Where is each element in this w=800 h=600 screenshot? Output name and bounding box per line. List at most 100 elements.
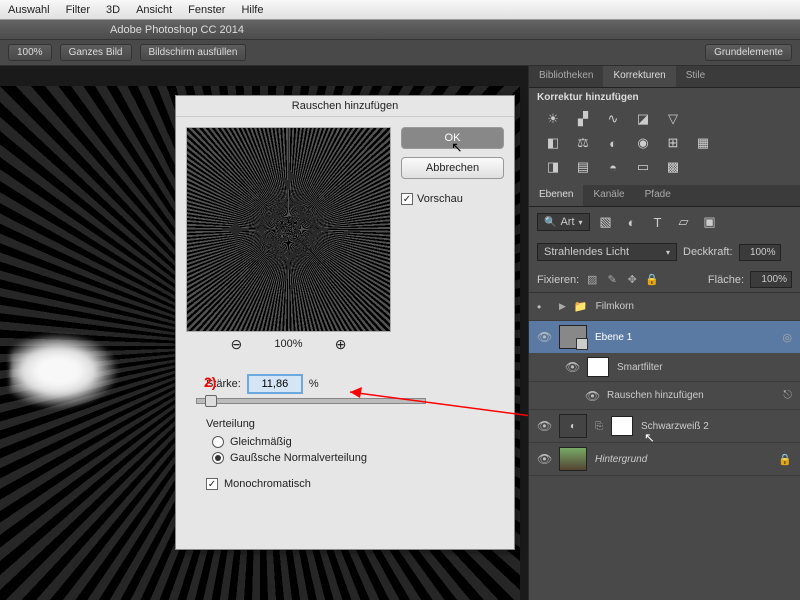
folder-icon: 📁: [574, 300, 588, 313]
opacity-label: Deckkraft:: [683, 246, 733, 258]
options-bar: 100% Ganzes Bild Bildschirm ausfüllen Gr…: [0, 40, 800, 66]
fill-screen-button[interactable]: Bildschirm ausfüllen: [140, 44, 247, 61]
zoom-out-icon[interactable]: ⊖: [228, 336, 244, 352]
amount-input[interactable]: [247, 374, 303, 394]
lock-position-icon[interactable]: ✥: [625, 273, 639, 287]
threshold-icon[interactable]: ◓: [603, 159, 623, 175]
tab-libraries[interactable]: Bibliotheken: [529, 66, 603, 87]
invert-icon[interactable]: ◨: [543, 159, 563, 175]
cursor-icon: ↖: [451, 139, 463, 156]
disclosure-triangle[interactable]: ▶: [559, 301, 566, 312]
tab-styles[interactable]: Stile: [676, 66, 715, 87]
zoom-in-icon[interactable]: ⊕: [333, 336, 349, 352]
radio-uniform[interactable]: [212, 436, 224, 448]
tab-adjustments[interactable]: Korrekturen: [603, 66, 675, 87]
visibility-icon[interactable]: 👁: [537, 452, 551, 466]
amount-unit: %: [309, 378, 319, 390]
posterize-icon[interactable]: ▤: [573, 159, 593, 175]
annotation-2: 2): [204, 374, 216, 390]
layer-smartfilter[interactable]: 👁 Smartfilter: [529, 353, 800, 382]
layer-group-filmkorn[interactable]: • ▶ 📁 Filmkorn: [529, 293, 800, 321]
lock-label: Fixieren:: [537, 274, 579, 286]
dialog-preview[interactable]: [186, 127, 391, 332]
layer-schwarzweiss[interactable]: 👁 ◐ ⎘ Schwarzweiß 2: [529, 410, 800, 443]
layer-filter-kind[interactable]: 🔍 Art ▾: [537, 213, 590, 231]
menu-filter[interactable]: Filter: [66, 4, 90, 16]
workspace-button[interactable]: Grundelemente: [705, 44, 792, 61]
adjustment-icons-row2: ◧ ⚖ ◐ ◉ ⊞ ▦: [529, 131, 800, 155]
fill-value[interactable]: 100%: [750, 271, 792, 288]
layer-hintergrund[interactable]: 👁 Hintergrund 🔒: [529, 443, 800, 476]
filter-adjust-icon[interactable]: ◐: [622, 214, 642, 230]
lock-all-icon[interactable]: 🔒: [645, 273, 659, 287]
menu-fenster[interactable]: Fenster: [188, 4, 225, 16]
filter-shape-icon[interactable]: ▱: [674, 214, 694, 230]
radio-uniform-label: Gleichmäßig: [230, 436, 292, 448]
amount-slider[interactable]: [196, 398, 426, 404]
layer-name: Ebene 1: [595, 332, 632, 343]
filter-type-icon[interactable]: T: [648, 214, 668, 230]
adjustment-icons-row3: ◨ ▤ ◓ ▭ ▩: [529, 155, 800, 179]
curves-icon[interactable]: ∿: [603, 111, 623, 127]
selective-color-icon[interactable]: ▩: [663, 159, 683, 175]
adjustment-icons-row1: ☀ ▞ ∿ ◪ ▽: [529, 107, 800, 131]
gradient-map-icon[interactable]: ▭: [633, 159, 653, 175]
menu-hilfe[interactable]: Hilfe: [241, 4, 263, 16]
balance-icon[interactable]: ⚖: [573, 135, 593, 151]
right-panels: Bibliotheken Korrekturen Stile Korrektur…: [528, 66, 800, 600]
mask-thumb: [611, 416, 633, 436]
cancel-button[interactable]: Abbrechen: [401, 157, 504, 179]
visibility-icon[interactable]: 👁: [565, 360, 579, 374]
preview-checkbox[interactable]: ✓: [401, 193, 413, 205]
zoom-level-button[interactable]: 100%: [8, 44, 52, 61]
filter-pixel-icon[interactable]: ▧: [596, 214, 616, 230]
visibility-dot[interactable]: •: [537, 300, 551, 314]
hue-icon[interactable]: ◧: [543, 135, 563, 151]
lut-icon[interactable]: ▦: [693, 135, 713, 151]
layers-tabs: Ebenen Kanäle Pfade: [529, 185, 800, 207]
dialog-title: Rauschen hinzufügen: [176, 96, 514, 117]
bw-icon[interactable]: ◐: [603, 135, 623, 151]
app-title: Adobe Photoshop CC 2014: [110, 24, 244, 36]
menu-3d[interactable]: 3D: [106, 4, 120, 16]
link-icon: ⎘: [595, 421, 603, 432]
app-titlebar: Adobe Photoshop CC 2014: [0, 20, 800, 40]
menu-ansicht[interactable]: Ansicht: [136, 4, 172, 16]
tab-paths[interactable]: Pfade: [635, 185, 681, 206]
visibility-icon[interactable]: 👁: [537, 419, 551, 433]
fit-screen-button[interactable]: Ganzes Bild: [60, 44, 132, 61]
channel-mixer-icon[interactable]: ⊞: [663, 135, 683, 151]
photo-filter-icon[interactable]: ◉: [633, 135, 653, 151]
flower-shape: [10, 326, 130, 416]
slider-thumb[interactable]: [205, 395, 217, 407]
filter-smart-icon[interactable]: ▣: [700, 214, 720, 230]
layer-thumb: [559, 325, 587, 349]
preview-checkbox-label: Vorschau: [417, 193, 463, 205]
lock-pixels-icon[interactable]: ✎: [605, 273, 619, 287]
distribution-label: Verteilung: [206, 418, 514, 430]
menu-auswahl[interactable]: Auswahl: [8, 4, 50, 16]
brightness-icon[interactable]: ☀: [543, 111, 563, 127]
tab-layers[interactable]: Ebenen: [529, 185, 583, 206]
radio-gaussian[interactable]: [212, 452, 224, 464]
tab-channels[interactable]: Kanäle: [583, 185, 634, 206]
blend-mode-select[interactable]: Strahlendes Licht▾: [537, 243, 677, 261]
layer-thumb: [559, 447, 587, 471]
layer-name: Hintergrund: [595, 454, 647, 465]
smart-filter-badge-icon: ◎: [782, 331, 792, 344]
radio-gaussian-label: Gaußsche Normalverteilung: [230, 452, 367, 464]
adjustment-thumb: ◐: [559, 414, 587, 438]
filter-settings-icon[interactable]: ⎋: [783, 389, 792, 402]
monochrome-checkbox[interactable]: ✓: [206, 478, 218, 490]
exposure-icon[interactable]: ◪: [633, 111, 653, 127]
lock-transparent-icon[interactable]: ▨: [585, 273, 599, 287]
layer-name: Filmkorn: [596, 301, 634, 312]
opacity-value[interactable]: 100%: [739, 244, 781, 261]
layer-filter-noise[interactable]: 👁 Rauschen hinzufügen ⎋: [529, 382, 800, 410]
layer-ebene1[interactable]: 👁 Ebene 1 ◎: [529, 321, 800, 353]
levels-icon[interactable]: ▞: [573, 111, 593, 127]
visibility-icon[interactable]: 👁: [585, 389, 599, 403]
vibrance-icon[interactable]: ▽: [663, 111, 683, 127]
visibility-icon[interactable]: 👁: [537, 330, 551, 344]
lock-icon: 🔒: [778, 453, 792, 466]
